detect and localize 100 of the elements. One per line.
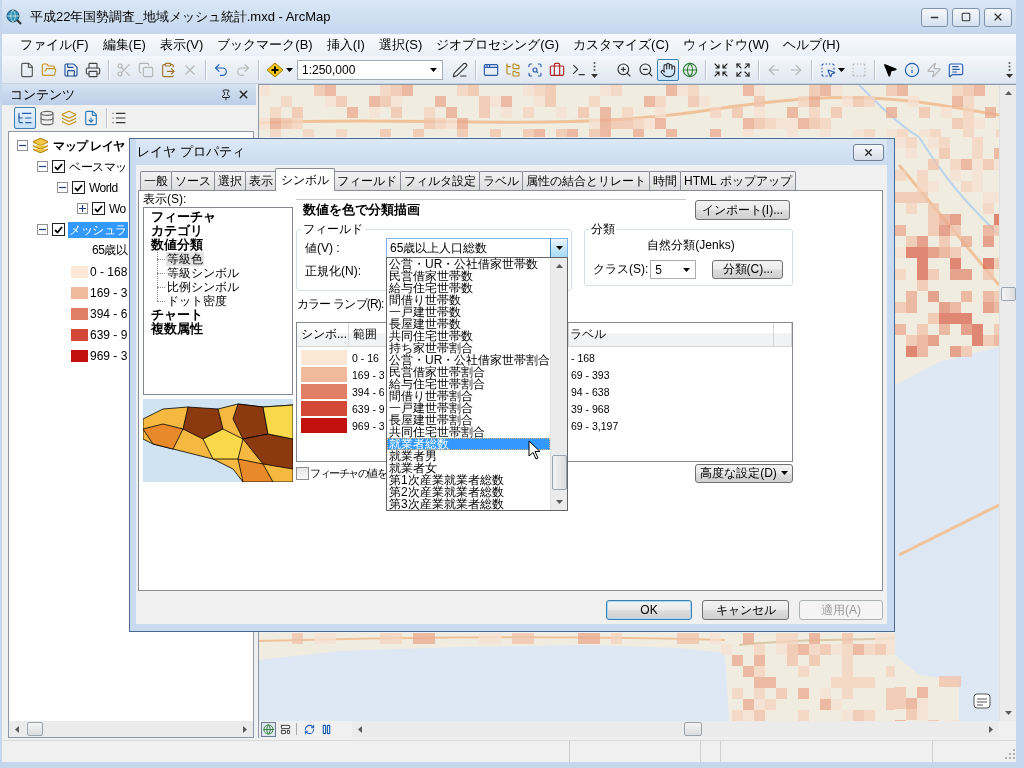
scale-dropdown[interactable]: 1:250,000 <box>297 59 443 80</box>
list-item[interactable]: 就業者女 <box>387 462 551 474</box>
list-item[interactable]: 第2次産業就業者総数 <box>387 486 551 498</box>
scrollbar-thumb[interactable] <box>1000 287 1016 301</box>
minimize-button[interactable] <box>921 7 948 27</box>
tab[interactable]: 表示 <box>245 171 277 190</box>
right-arrow-icon[interactable] <box>243 725 247 733</box>
list-item[interactable]: 長屋建世帯数 <box>387 318 551 330</box>
layer-name[interactable]: World <box>88 179 119 196</box>
list-item[interactable]: 長屋建世帯割合 <box>387 414 551 426</box>
list-item[interactable]: 就業者男 <box>387 450 551 462</box>
expand-icon[interactable] <box>77 203 88 214</box>
menu-item[interactable]: ブックマーク(B) <box>210 34 320 56</box>
menu-item[interactable]: 表示(V) <box>152 34 211 56</box>
scrollbar[interactable] <box>550 258 568 510</box>
list-item[interactable]: 民営借家世帯数 <box>387 270 551 282</box>
cancel-button[interactable]: キャンセル <box>702 600 789 620</box>
list-item[interactable]: フィーチャ <box>150 210 217 224</box>
down-arrow-icon[interactable] <box>555 500 563 504</box>
list-item[interactable]: 一戸建世帯割合 <box>387 402 551 414</box>
list-item[interactable]: 複数属性 <box>150 322 204 336</box>
scrollbar[interactable] <box>9 721 253 737</box>
menu-item[interactable]: 編集(E) <box>95 34 153 56</box>
scrollbar-thumb[interactable] <box>27 722 43 736</box>
collapse-icon[interactable] <box>37 161 48 172</box>
import-button[interactable]: インポート(I)... <box>695 200 790 220</box>
list-icon[interactable] <box>111 110 127 126</box>
classify-button[interactable]: 分類(C)... <box>712 260 784 279</box>
tab[interactable]: 一般 <box>140 171 172 190</box>
list-item[interactable]: 数値分類 <box>150 238 204 252</box>
list-item[interactable]: 共同住宅世帯割合 <box>387 426 551 438</box>
list-item[interactable]: 持ち家世帯割合 <box>387 342 551 354</box>
scrollbar-thumb[interactable] <box>551 455 567 490</box>
menu-item[interactable]: ヘルプ(H) <box>776 34 848 56</box>
classes-dropdown[interactable]: 5 <box>650 260 697 279</box>
list-by-drawing-order-button[interactable] <box>14 107 36 129</box>
up-arrow-icon[interactable] <box>1004 91 1012 95</box>
list-item[interactable]: 等級色 <box>166 252 204 266</box>
checkbox[interactable] <box>52 160 65 173</box>
close-button[interactable] <box>984 7 1012 27</box>
list-item[interactable]: 給与住宅世帯割合 <box>387 378 551 390</box>
tab[interactable]: ソース <box>171 171 215 190</box>
tab[interactable]: フィールド <box>333 171 401 190</box>
menu-item[interactable]: ジオプロセシング(G) <box>429 34 567 56</box>
menu-item[interactable]: ファイル(F) <box>13 34 96 56</box>
column-header[interactable]: シンボ... <box>301 326 347 343</box>
collapse-icon[interactable] <box>37 224 48 235</box>
list-item[interactable]: 間借り世帯割合 <box>387 390 551 402</box>
list-item[interactable]: 間借り世帯数 <box>387 294 551 306</box>
close-icon[interactable] <box>237 88 250 101</box>
layer-name[interactable]: マップ レイヤ <box>52 137 126 154</box>
left-arrow-icon[interactable] <box>15 725 19 733</box>
checkbox[interactable] <box>72 181 85 194</box>
menu-item[interactable]: 挿入(I) <box>319 34 372 56</box>
advanced-button[interactable]: 高度な設定(D) <box>695 463 793 483</box>
list-item[interactable]: 共同住宅世帯数 <box>387 330 551 342</box>
column-header[interactable]: ラベル <box>570 326 606 343</box>
list-item[interactable]: 等級シンボル <box>166 266 240 280</box>
resize-grip-icon[interactable] <box>1004 748 1016 760</box>
tab[interactable]: フィルタ設定 <box>400 171 480 190</box>
close-button[interactable] <box>853 143 884 161</box>
tab[interactable]: 時間 <box>649 171 681 190</box>
right-arrow-icon[interactable] <box>989 725 993 733</box>
scrollbar-thumb[interactable] <box>684 722 702 736</box>
tab[interactable]: 属性の結合とリレート <box>522 171 650 190</box>
layer-name[interactable]: ベースマッ <box>68 158 128 175</box>
ok-button[interactable]: OK <box>606 600 692 620</box>
maximize-button[interactable] <box>952 7 980 27</box>
list-item[interactable]: 給与住宅世帯数 <box>387 282 551 294</box>
menu-item[interactable]: ウィンドウ(W) <box>676 34 777 56</box>
list-item[interactable]: チャート <box>150 308 204 322</box>
up-arrow-icon[interactable] <box>555 264 563 268</box>
list-item[interactable]: 第3次産業就業者総数 <box>387 498 551 510</box>
layer-name[interactable]: Wo <box>108 200 127 217</box>
note-icon[interactable] <box>973 693 991 709</box>
list-item[interactable]: 民営借家世帯割合 <box>387 366 551 378</box>
list-item[interactable]: 比例シンボル <box>166 280 240 294</box>
scrollbar[interactable] <box>999 85 1016 721</box>
toolbar-options-icon[interactable] <box>1005 59 1014 80</box>
left-arrow-icon[interactable] <box>358 725 362 733</box>
scrollbar[interactable] <box>352 721 999 737</box>
collapse-icon[interactable] <box>17 140 28 151</box>
data-view-button[interactable] <box>261 721 276 737</box>
menu-item[interactable]: カスタマイズ(C) <box>566 34 677 56</box>
list-item[interactable]: ドット密度 <box>166 294 228 308</box>
pin-icon[interactable] <box>220 88 232 101</box>
tab[interactable]: シンボル <box>275 168 335 191</box>
checkbox[interactable] <box>52 223 65 236</box>
collapse-icon[interactable] <box>57 182 68 193</box>
menu-item[interactable]: 選択(S) <box>371 34 430 56</box>
toolbar-options-icon[interactable] <box>590 59 599 80</box>
list-item[interactable]: カテゴリ <box>150 224 204 238</box>
list-item[interactable]: 一戸建世帯数 <box>387 306 551 318</box>
list-item[interactable]: 公営・UR・公社借家世帯割合 <box>387 354 551 366</box>
value-dropdown[interactable]: 65歳以上人口総数 <box>386 238 568 258</box>
tab[interactable]: HTML ポップアップ <box>680 171 796 190</box>
checkbox[interactable] <box>92 202 105 215</box>
list-item[interactable]: 公営・UR・公社借家世帯数 <box>387 258 551 270</box>
dropdown-button[interactable] <box>550 239 567 257</box>
down-arrow-icon[interactable] <box>1004 711 1012 715</box>
